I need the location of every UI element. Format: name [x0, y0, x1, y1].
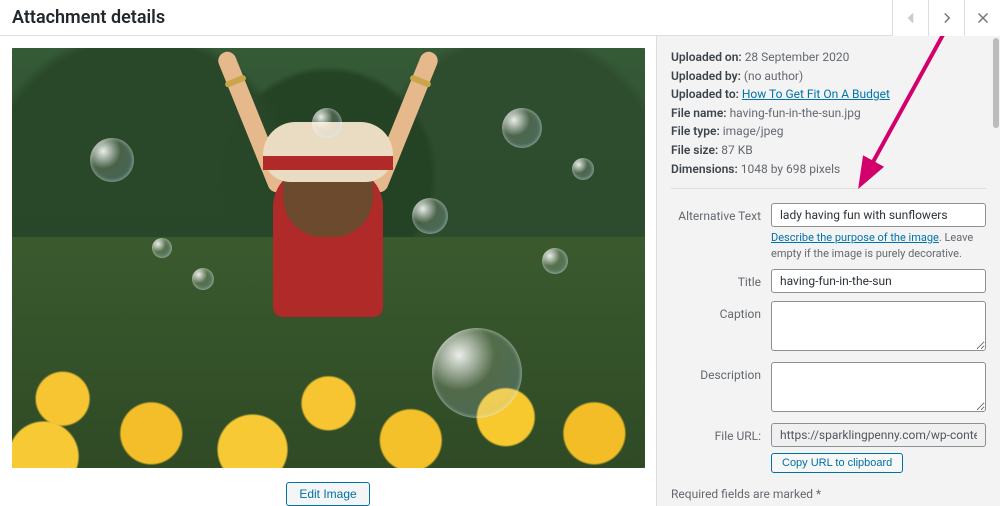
file-url-label: File URL: — [671, 423, 771, 443]
attachment-image — [12, 48, 645, 468]
caption-input[interactable] — [771, 301, 986, 351]
alt-text-label: Alternative Text — [671, 203, 771, 223]
close-icon — [974, 9, 992, 27]
uploaded-to-link[interactable]: How To Get Fit On A Budget — [742, 87, 890, 101]
copy-url-button[interactable]: Copy URL to clipboard — [771, 453, 903, 473]
edit-image-button[interactable]: Edit Image — [286, 482, 369, 506]
alt-text-input[interactable] — [771, 203, 986, 227]
next-button[interactable] — [928, 0, 964, 36]
details-panel: Uploaded on: 28 September 2020 Uploaded … — [656, 36, 1000, 506]
alt-text-helper: Describe the purpose of the image. Leave… — [771, 230, 986, 261]
title-input[interactable] — [771, 269, 986, 293]
image-panel: Edit Image — [0, 36, 656, 506]
chevron-left-icon — [902, 9, 920, 27]
alt-helper-link[interactable]: Describe the purpose of the image — [771, 231, 939, 244]
close-button[interactable] — [964, 0, 1000, 36]
file-meta: Uploaded on: 28 September 2020 Uploaded … — [671, 48, 986, 189]
scrollbar-thumb[interactable] — [993, 38, 999, 128]
required-fields-note: Required fields are marked * — [671, 487, 986, 501]
title-label: Title — [671, 269, 771, 289]
modal-header: Attachment details — [0, 0, 1000, 36]
file-url-input[interactable] — [771, 423, 986, 447]
header-nav — [892, 0, 1000, 35]
description-input[interactable] — [771, 362, 986, 412]
chevron-right-icon — [938, 9, 956, 27]
modal-body: Edit Image Uploaded on: 28 September 202… — [0, 36, 1000, 506]
description-label: Description — [671, 362, 771, 382]
scrollbar-track[interactable] — [992, 36, 1000, 506]
prev-button[interactable] — [892, 0, 928, 36]
modal-title: Attachment details — [12, 7, 165, 28]
caption-label: Caption — [671, 301, 771, 321]
